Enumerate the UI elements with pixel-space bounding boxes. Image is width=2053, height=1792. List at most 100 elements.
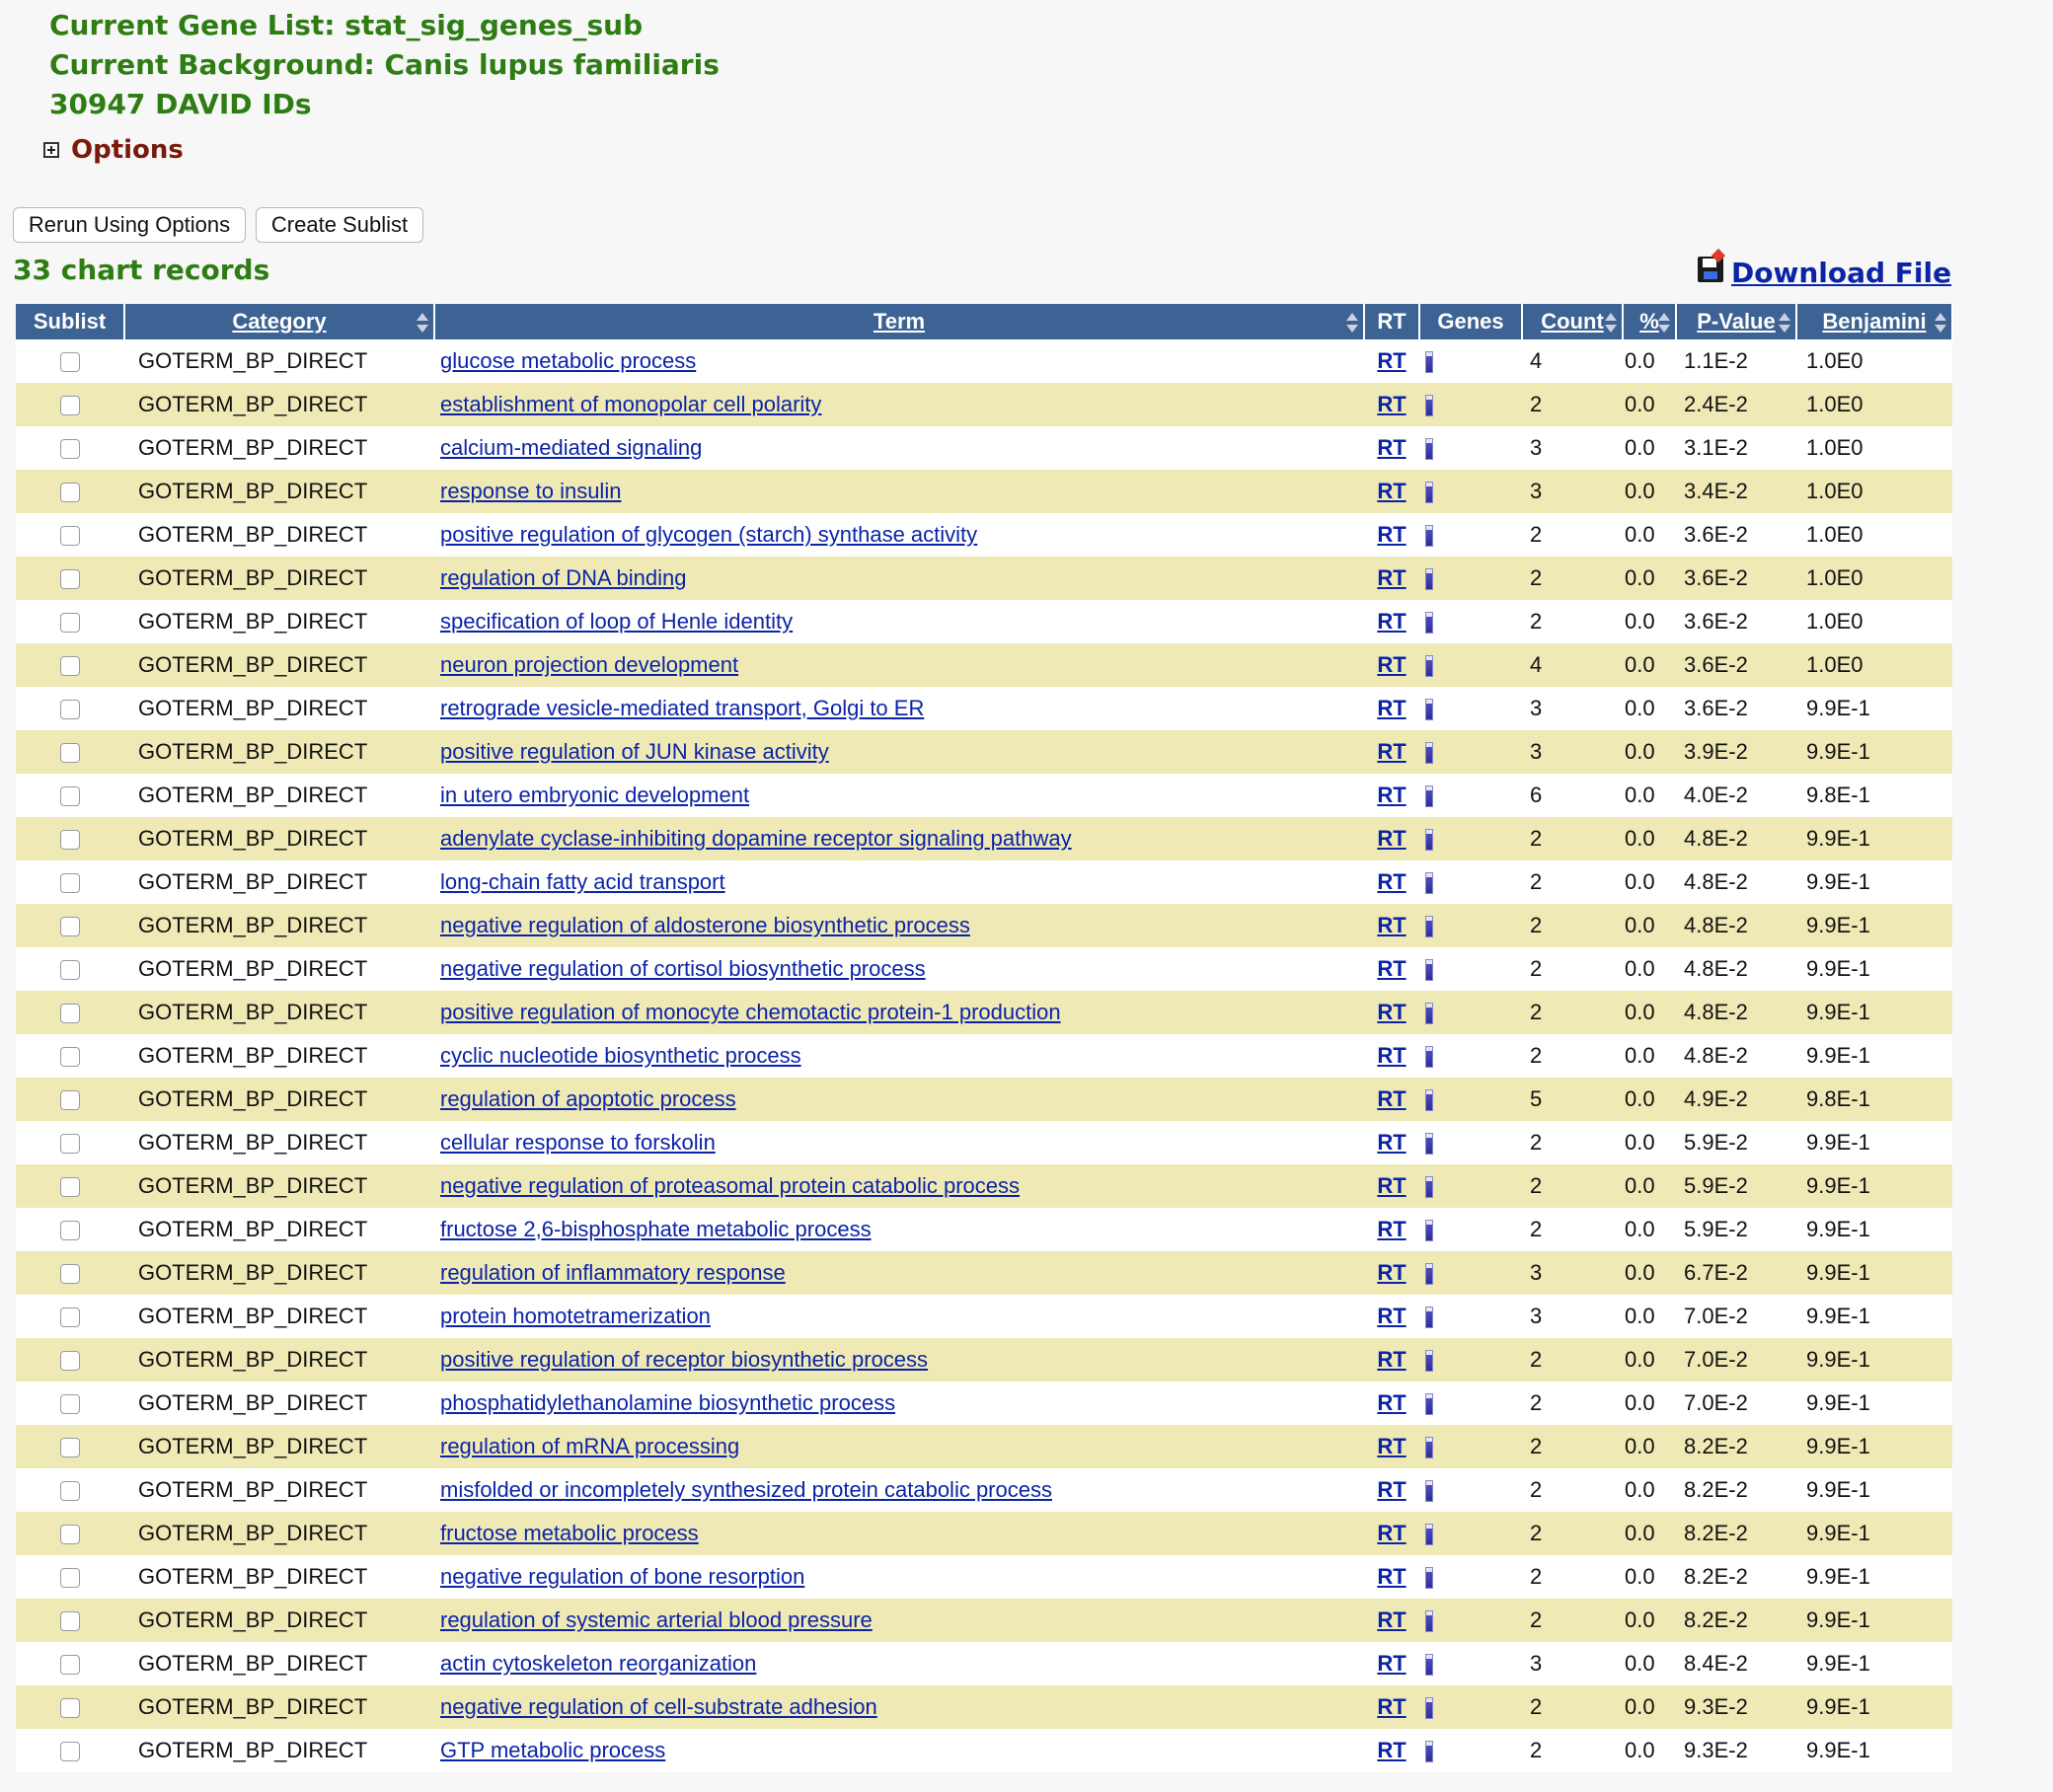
sublist-checkbox[interactable]	[60, 873, 80, 894]
sublist-checkbox[interactable]	[60, 526, 80, 547]
gene-bar-icon[interactable]	[1425, 395, 1433, 417]
sort-arrows-icon[interactable]	[417, 313, 428, 333]
sublist-checkbox[interactable]	[60, 917, 80, 937]
term-link[interactable]: regulation of mRNA processing	[440, 1434, 739, 1458]
gene-bar-icon[interactable]	[1425, 1567, 1433, 1590]
sublist-checkbox[interactable]	[60, 569, 80, 590]
sublist-checkbox[interactable]	[60, 396, 80, 416]
rt-link[interactable]: RT	[1377, 435, 1406, 460]
sublist-checkbox[interactable]	[60, 830, 80, 851]
gene-bar-icon[interactable]	[1425, 916, 1433, 938]
rt-link[interactable]: RT	[1377, 1607, 1406, 1632]
rt-link[interactable]: RT	[1377, 1477, 1406, 1502]
sublist-checkbox[interactable]	[60, 1525, 80, 1545]
sublist-checkbox[interactable]	[60, 1438, 80, 1458]
gene-bar-icon[interactable]	[1425, 1393, 1433, 1416]
sublist-checkbox[interactable]	[60, 1611, 80, 1632]
sublist-checkbox[interactable]	[60, 1351, 80, 1372]
sublist-checkbox[interactable]	[60, 352, 80, 373]
sort-arrows-icon[interactable]	[1346, 313, 1358, 333]
term-link[interactable]: response to insulin	[440, 479, 621, 503]
rt-link[interactable]: RT	[1377, 522, 1406, 547]
term-link[interactable]: fructose metabolic process	[440, 1521, 699, 1545]
gene-bar-icon[interactable]	[1425, 655, 1433, 678]
term-link[interactable]: phosphatidylethanolamine biosynthetic pr…	[440, 1390, 895, 1415]
sublist-checkbox[interactable]	[60, 1394, 80, 1415]
col-header-category[interactable]: Category	[124, 304, 435, 339]
sublist-checkbox[interactable]	[60, 439, 80, 460]
rt-link[interactable]: RT	[1377, 565, 1406, 590]
rt-link[interactable]: RT	[1377, 1390, 1406, 1415]
rt-link[interactable]: RT	[1377, 1086, 1406, 1111]
rt-link[interactable]: RT	[1377, 1564, 1406, 1589]
rt-link[interactable]: RT	[1377, 1738, 1406, 1762]
gene-bar-icon[interactable]	[1425, 1046, 1433, 1069]
rt-link[interactable]: RT	[1377, 1217, 1406, 1241]
gene-bar-icon[interactable]	[1425, 1176, 1433, 1199]
term-link[interactable]: adenylate cyclase-inhibiting dopamine re…	[440, 826, 1072, 851]
sublist-checkbox[interactable]	[60, 613, 80, 634]
rt-link[interactable]: RT	[1377, 1000, 1406, 1024]
sort-arrows-icon[interactable]	[1779, 313, 1790, 333]
sublist-checkbox[interactable]	[60, 1698, 80, 1719]
gene-bar-icon[interactable]	[1425, 872, 1433, 895]
gene-bar-icon[interactable]	[1425, 1654, 1433, 1677]
download-file-link[interactable]: Download File	[1698, 248, 1951, 292]
rt-link[interactable]: RT	[1377, 1043, 1406, 1068]
sublist-checkbox[interactable]	[60, 1090, 80, 1111]
rt-link[interactable]: RT	[1377, 652, 1406, 677]
rt-link[interactable]: RT	[1377, 826, 1406, 851]
rt-link[interactable]: RT	[1377, 1651, 1406, 1676]
term-link[interactable]: positive regulation of glycogen (starch)…	[440, 522, 977, 547]
term-link[interactable]: positive regulation of monocyte chemotac…	[440, 1000, 1061, 1024]
term-link[interactable]: negative regulation of cell-substrate ad…	[440, 1694, 877, 1719]
options-toggle[interactable]: Options	[43, 130, 184, 170]
expand-plus-icon[interactable]	[43, 142, 59, 158]
gene-bar-icon[interactable]	[1425, 1610, 1433, 1633]
rt-link[interactable]: RT	[1377, 392, 1406, 416]
gene-bar-icon[interactable]	[1425, 1524, 1433, 1546]
rt-link[interactable]: RT	[1377, 956, 1406, 981]
gene-bar-icon[interactable]	[1425, 612, 1433, 635]
rt-link[interactable]: RT	[1377, 1694, 1406, 1719]
gene-bar-icon[interactable]	[1425, 482, 1433, 504]
rt-link[interactable]: RT	[1377, 739, 1406, 764]
col-header-benjamini[interactable]: Benjamini	[1796, 304, 1953, 339]
term-link[interactable]: establishment of monopolar cell polarity	[440, 392, 821, 416]
rt-link[interactable]: RT	[1377, 1347, 1406, 1372]
sublist-checkbox[interactable]	[60, 1047, 80, 1068]
rt-link[interactable]: RT	[1377, 869, 1406, 894]
gene-bar-icon[interactable]	[1425, 568, 1433, 591]
sublist-checkbox[interactable]	[60, 1742, 80, 1762]
gene-bar-icon[interactable]	[1425, 785, 1433, 808]
term-link[interactable]: cellular response to forskolin	[440, 1130, 716, 1155]
term-link[interactable]: actin cytoskeleton reorganization	[440, 1651, 756, 1676]
gene-bar-icon[interactable]	[1425, 959, 1433, 982]
rt-link[interactable]: RT	[1377, 609, 1406, 634]
col-header-count[interactable]: Count	[1522, 304, 1624, 339]
term-link[interactable]: positive regulation of JUN kinase activi…	[440, 739, 829, 764]
sublist-checkbox[interactable]	[60, 483, 80, 503]
term-link[interactable]: calcium-mediated signaling	[440, 435, 702, 460]
term-link[interactable]: long-chain fatty acid transport	[440, 869, 725, 894]
gene-bar-icon[interactable]	[1425, 525, 1433, 548]
sublist-checkbox[interactable]	[60, 1307, 80, 1328]
col-header-percent[interactable]: %	[1623, 304, 1677, 339]
rt-link[interactable]: RT	[1377, 1173, 1406, 1198]
term-link[interactable]: GTP metabolic process	[440, 1738, 665, 1762]
term-link[interactable]: specification of loop of Henle identity	[440, 609, 793, 634]
create-sublist-button[interactable]: Create Sublist	[256, 207, 423, 243]
col-header-pvalue[interactable]: P-Value	[1676, 304, 1797, 339]
gene-bar-icon[interactable]	[1425, 742, 1433, 765]
sublist-checkbox[interactable]	[60, 1655, 80, 1676]
term-link[interactable]: negative regulation of bone resorption	[440, 1564, 804, 1589]
term-link[interactable]: regulation of inflammatory response	[440, 1260, 786, 1285]
sublist-checkbox[interactable]	[60, 1481, 80, 1502]
gene-bar-icon[interactable]	[1425, 1307, 1433, 1329]
sublist-checkbox[interactable]	[60, 1221, 80, 1241]
term-link[interactable]: retrograde vesicle-mediated transport, G…	[440, 696, 924, 720]
term-link[interactable]: negative regulation of aldosterone biosy…	[440, 913, 970, 937]
term-link[interactable]: glucose metabolic process	[440, 348, 696, 373]
sublist-checkbox[interactable]	[60, 1264, 80, 1285]
term-link[interactable]: positive regulation of receptor biosynth…	[440, 1347, 928, 1372]
